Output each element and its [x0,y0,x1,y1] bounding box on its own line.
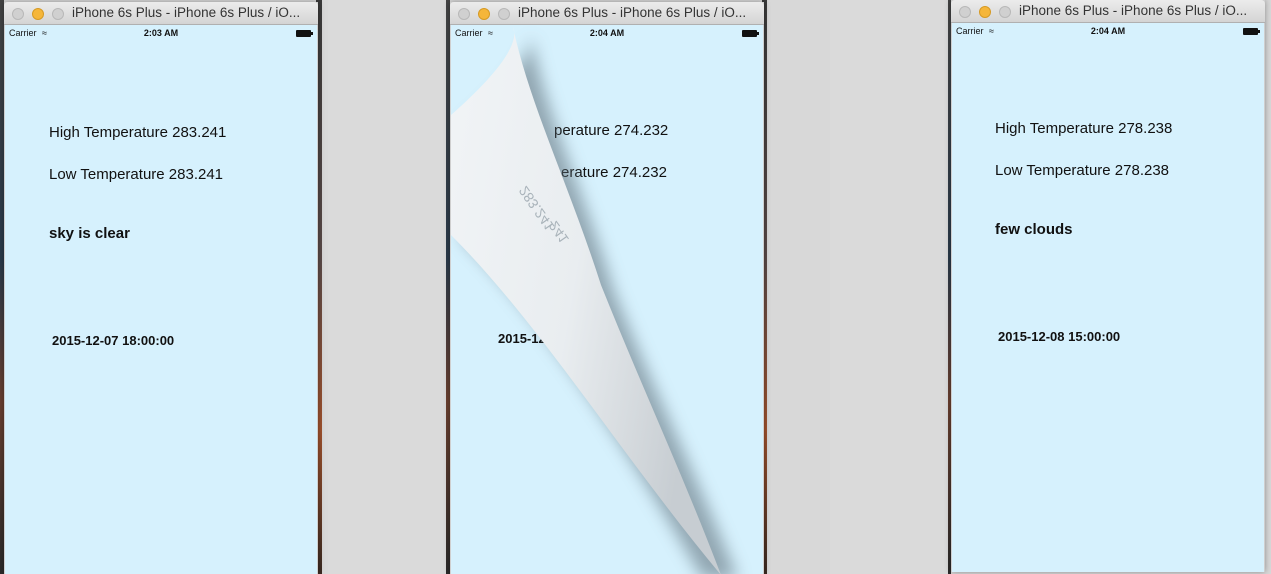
minimize-button[interactable] [478,8,490,20]
phone-screen[interactable]: Carrier ≈ 2:04 AM High Temperature 278.2… [952,23,1264,572]
battery-icon [1243,28,1260,35]
high-temperature-label: High Temperature 283.241 [49,124,227,141]
page-curl-backside [451,27,721,574]
status-time: 2:04 AM [1090,26,1126,36]
desktop-panel [328,0,446,574]
window-titlebar[interactable]: iPhone 6s Plus - iPhone 6s Plus / iO... [450,2,764,25]
phone-screen[interactable]: Carrier ≈ 2:03 AM High Temperature 283.2… [5,25,317,574]
window-title: iPhone 6s Plus - iPhone 6s Plus / iO... [1019,3,1248,18]
minimize-button[interactable] [979,6,991,18]
zoom-button[interactable] [999,6,1011,18]
close-button[interactable] [12,8,24,20]
high-temperature-label: High Temperature 278.238 [995,120,1173,137]
status-time: 2:03 AM [143,28,179,38]
simulator-window[interactable]: iPhone 6s Plus - iPhone 6s Plus / iO... … [450,2,764,574]
close-button[interactable] [458,8,470,20]
phone-screen[interactable]: Carrier ≈ 2:04 AM perature 274.232 eratu… [451,25,763,574]
minimize-button[interactable] [32,8,44,20]
weather-description-label: sky is clear [49,225,130,242]
forecast-date-label: 2015-12-08 15:00:00 [998,329,1121,344]
status-bar: Carrier ≈ 2:03 AM [5,28,317,42]
forecast-date-label: 2015-12-07 18:00:00 [52,333,175,348]
weather-description-label: few clouds [995,221,1073,238]
zoom-button[interactable] [498,8,510,20]
zoom-button[interactable] [52,8,64,20]
window-title: iPhone 6s Plus - iPhone 6s Plus / iO... [72,5,301,20]
low-temperature-label: Low Temperature 283.241 [49,166,224,183]
window-titlebar[interactable]: iPhone 6s Plus - iPhone 6s Plus / iO... [4,2,318,25]
status-bar: Carrier ≈ 2:04 AM [952,26,1264,40]
page-curl: 283.241 241 [451,27,736,574]
simulator-window[interactable]: iPhone 6s Plus - iPhone 6s Plus / iO... … [951,0,1265,572]
desktop-panel [830,0,948,574]
battery-icon [296,30,313,37]
simulator-window[interactable]: iPhone 6s Plus - iPhone 6s Plus / iO... … [4,2,318,574]
low-temperature-label: Low Temperature 278.238 [995,162,1170,179]
window-title: iPhone 6s Plus - iPhone 6s Plus / iO... [518,5,747,20]
window-titlebar[interactable]: iPhone 6s Plus - iPhone 6s Plus / iO... [951,0,1265,23]
close-button[interactable] [959,6,971,18]
